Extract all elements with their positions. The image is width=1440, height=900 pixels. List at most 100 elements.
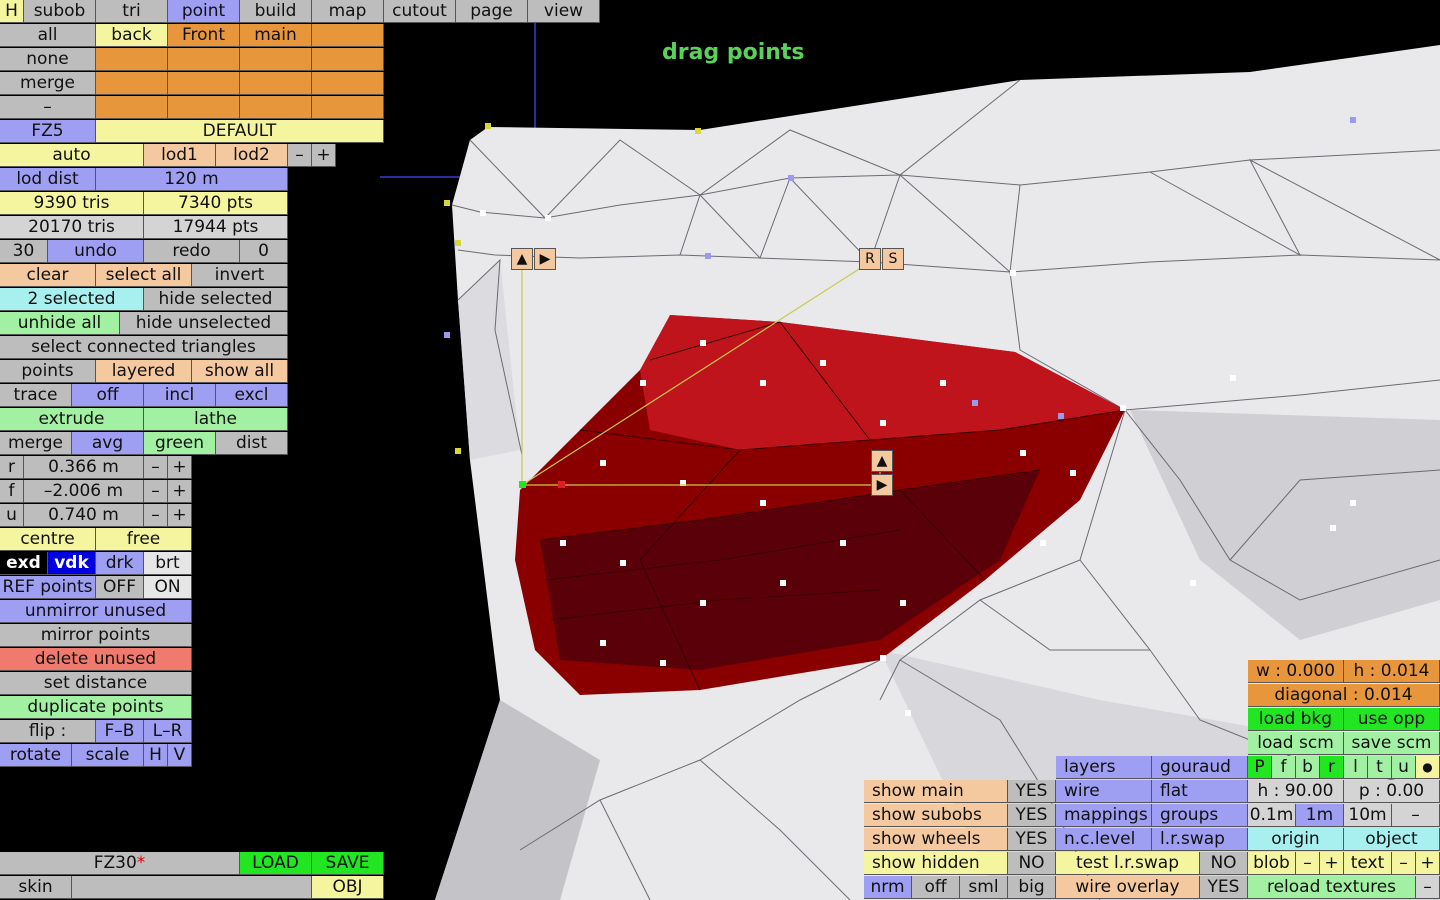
view-p-button[interactable]: P [1248, 756, 1272, 779]
r-minus-button[interactable]: – [144, 456, 168, 479]
text-plus-button[interactable]: + [1416, 852, 1440, 875]
avg-button[interactable]: avg [72, 432, 144, 455]
ref-off-button[interactable]: OFF [96, 576, 144, 599]
tab-point[interactable]: point [168, 0, 240, 23]
flip-fb-button[interactable]: F–B [96, 720, 144, 743]
vdk-button[interactable]: vdk [48, 552, 96, 575]
reload-textures-button[interactable]: reload textures [1248, 876, 1416, 899]
save-scm-button[interactable]: save scm [1344, 732, 1440, 755]
view-slot-button[interactable] [96, 72, 168, 95]
tab-subob[interactable]: subob [24, 0, 96, 23]
scale-handle[interactable]: S [882, 248, 904, 270]
unhide-all-button[interactable]: unhide all [0, 312, 120, 335]
groups-button[interactable]: groups [1152, 804, 1248, 827]
mirror-points-button[interactable]: mirror points [0, 624, 192, 647]
trace-button[interactable]: trace [0, 384, 72, 407]
step-01m-button[interactable]: 0.1m [1248, 804, 1296, 827]
gouraud-button[interactable]: gouraud [1152, 756, 1248, 779]
move-up-handle[interactable]: ▲ [511, 248, 533, 270]
lod1-button[interactable]: lod1 [144, 144, 216, 167]
view-slot-button[interactable] [240, 72, 312, 95]
r-plus-button[interactable]: + [168, 456, 192, 479]
trace-excl-button[interactable]: excl [216, 384, 288, 407]
brt-button[interactable]: brt [144, 552, 192, 575]
view-dot-icon[interactable]: ● [1416, 756, 1440, 779]
points-button[interactable]: points [0, 360, 96, 383]
f-plus-button[interactable]: + [168, 480, 192, 503]
view-f-button[interactable]: f [1272, 756, 1296, 779]
select-merge-button[interactable]: merge [0, 72, 96, 95]
wire-button[interactable]: wire [1056, 780, 1152, 803]
dist-button[interactable]: dist [216, 432, 288, 455]
u-minus-button[interactable]: – [144, 504, 168, 527]
tab-map[interactable]: map [312, 0, 384, 23]
view-slot-button[interactable] [96, 48, 168, 71]
tab-tri[interactable]: tri [96, 0, 168, 23]
size-sml-button[interactable]: sml [960, 876, 1008, 899]
redo-button[interactable]: redo [144, 240, 240, 263]
undo-button[interactable]: undo [48, 240, 144, 263]
view-r-button[interactable]: r [1320, 756, 1344, 779]
wire-overlay-toggle[interactable]: YES [1200, 876, 1248, 899]
rotate-button[interactable]: rotate [0, 744, 72, 767]
trace-off-button[interactable]: off [72, 384, 144, 407]
select-connected-button[interactable]: select connected triangles [0, 336, 288, 359]
show-hidden-toggle[interactable]: NO [1008, 852, 1056, 875]
pitch-readout[interactable]: p : 0.00 [1344, 780, 1440, 803]
file-name[interactable]: FZ30* [0, 852, 240, 875]
view-slot-button[interactable] [168, 72, 240, 95]
ref-on-button[interactable]: ON [144, 576, 192, 599]
use-opp-button[interactable]: use opp [1344, 708, 1440, 731]
select-all-points-button[interactable]: select all [96, 264, 192, 287]
lathe-button[interactable]: lathe [144, 408, 288, 431]
nc-level-button[interactable]: n.c.level [1056, 828, 1152, 851]
size-big-button[interactable]: big [1008, 876, 1056, 899]
tab-cutout[interactable]: cutout [384, 0, 456, 23]
obj-button[interactable]: OBJ [312, 876, 384, 899]
show-main-toggle[interactable]: YES [1008, 780, 1056, 803]
test-lr-swap-toggle[interactable]: NO [1200, 852, 1248, 875]
delete-unused-button[interactable]: delete unused [0, 648, 192, 671]
view-slot-button[interactable] [168, 96, 240, 119]
view-main-button[interactable]: main [240, 24, 312, 47]
view-slot-button[interactable] [312, 96, 384, 119]
view-slot-button[interactable] [240, 96, 312, 119]
select-none-button[interactable]: none [0, 48, 96, 71]
view-front-button[interactable]: Front [168, 24, 240, 47]
reload-minus-button[interactable]: – [1416, 876, 1440, 899]
heading-readout[interactable]: h : 90.00 [1248, 780, 1344, 803]
lod2-button[interactable]: lod2 [216, 144, 288, 167]
rotate-handle[interactable]: R [859, 248, 881, 270]
show-all-button[interactable]: show all [192, 360, 288, 383]
r-value[interactable]: 0.366 m [24, 456, 144, 479]
centre-button[interactable]: centre [0, 528, 96, 551]
extrude-button[interactable]: extrude [0, 408, 144, 431]
step-10m-button[interactable]: 10m [1344, 804, 1392, 827]
scale-button[interactable]: scale [72, 744, 144, 767]
skin-button[interactable]: skin [0, 876, 72, 899]
green-button[interactable]: green [144, 432, 216, 455]
view-t-button[interactable]: t [1368, 756, 1392, 779]
show-subobs-toggle[interactable]: YES [1008, 804, 1056, 827]
h-button[interactable]: H [144, 744, 168, 767]
step-1m-button[interactable]: 1m [1296, 804, 1344, 827]
layers-button[interactable]: layers [1056, 756, 1152, 779]
view-slot-button[interactable] [240, 48, 312, 71]
load-scm-button[interactable]: load scm [1248, 732, 1344, 755]
view-slot-button[interactable] [312, 24, 384, 47]
default-button[interactable]: DEFAULT [96, 120, 384, 143]
flip-lr-button[interactable]: L–R [144, 720, 192, 743]
size-nrm-button[interactable]: nrm [864, 876, 912, 899]
view-slot-button[interactable] [96, 96, 168, 119]
lr-swap-button[interactable]: l.r.swap [1152, 828, 1248, 851]
set-distance-button[interactable]: set distance [0, 672, 192, 695]
v-button[interactable]: V [168, 744, 192, 767]
view-b-button[interactable]: b [1296, 756, 1320, 779]
f-value[interactable]: –2.006 m [24, 480, 144, 503]
invert-button[interactable]: invert [192, 264, 288, 287]
auto-button[interactable]: auto [0, 144, 144, 167]
tab-view[interactable]: view [528, 0, 600, 23]
blob-button[interactable]: blob [1248, 852, 1296, 875]
lod-minus-button[interactable]: – [288, 144, 312, 167]
lod-plus-button[interactable]: + [312, 144, 336, 167]
